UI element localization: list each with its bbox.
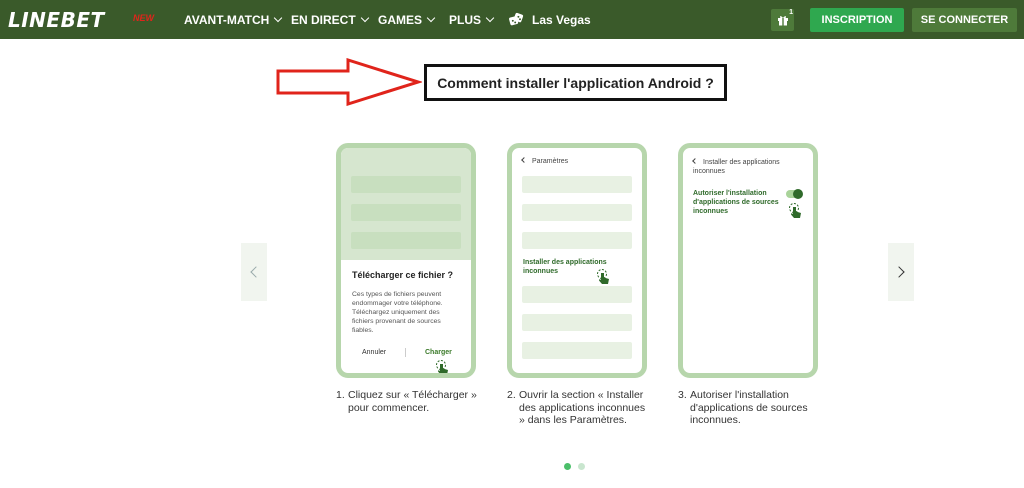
nav-item-las-vegas[interactable]: Las Vegas bbox=[508, 0, 591, 39]
chevron-down-icon bbox=[426, 13, 436, 22]
back-chevron-icon bbox=[521, 157, 527, 163]
placeholder-row bbox=[522, 176, 632, 193]
step-3-phone-illustration: Installer des applications inconnues Aut… bbox=[678, 143, 818, 378]
nav-item-label: AVANT-MATCH bbox=[184, 12, 270, 27]
nav-item-plus[interactable]: PLUS bbox=[449, 0, 495, 39]
nav-item-label: GAMES bbox=[378, 12, 423, 27]
step-2-caption: 2. Ouvrir la section « Installer des app… bbox=[507, 389, 652, 427]
step-number: 3. bbox=[678, 389, 687, 401]
placeholder-row bbox=[522, 314, 632, 331]
nav-item-label: EN DIRECT bbox=[291, 12, 356, 27]
placeholder-row bbox=[522, 286, 632, 303]
carousel-dot-2[interactable] bbox=[578, 463, 585, 470]
chevron-right-icon bbox=[893, 266, 905, 278]
dialog-confirm-label: Charger bbox=[425, 349, 452, 356]
register-button[interactable]: INSCRIPTION bbox=[810, 8, 904, 32]
nav-item-en-direct[interactable]: EN DIRECT bbox=[291, 0, 369, 39]
step-text: Ouvrir la section « Installer des applic… bbox=[519, 389, 646, 427]
dialog-cancel-label: Annuler bbox=[362, 349, 387, 356]
top-navigation-bar: LINEBET NEW AVANT-MATCH EN DIRECT GAMES … bbox=[0, 0, 1024, 39]
gift-count-badge: 1 bbox=[789, 9, 793, 16]
promo-badge[interactable]: NEW bbox=[133, 13, 154, 23]
chevron-down-icon bbox=[485, 13, 495, 22]
screen-title: Paramètres bbox=[532, 158, 569, 165]
settings-header: Paramètres bbox=[521, 157, 569, 165]
gift-button[interactable]: 1 bbox=[771, 9, 794, 31]
carousel-dot-1[interactable] bbox=[564, 463, 571, 470]
step-2-phone-illustration: Paramètres Installer des applications in… bbox=[507, 143, 647, 378]
unknown-sources-toggle bbox=[786, 189, 803, 199]
step-text: Autoriser l'installation d'applications … bbox=[690, 389, 808, 427]
annotation-arrow bbox=[276, 58, 422, 106]
placeholder-row bbox=[522, 342, 632, 359]
placeholder-row bbox=[351, 204, 461, 221]
placeholder-row bbox=[351, 176, 461, 193]
dialog-body: Ces types de fichiers peuvent endommager… bbox=[352, 291, 443, 334]
linebet-logo[interactable]: LINEBET bbox=[8, 8, 105, 32]
nav-item-games[interactable]: GAMES bbox=[378, 0, 436, 39]
tap-hand-icon bbox=[436, 360, 448, 373]
step-text: Cliquez sur « Télécharger » pour commenc… bbox=[348, 389, 477, 414]
carousel-prev-button[interactable] bbox=[241, 243, 267, 301]
nav-item-avant-match[interactable]: AVANT-MATCH bbox=[184, 0, 283, 39]
step-number: 1. bbox=[336, 389, 345, 401]
placeholder-row bbox=[522, 232, 632, 249]
login-button[interactable]: SE CONNECTER bbox=[912, 8, 1017, 32]
unknown-sources-setting: Autoriser l'installation d'applications … bbox=[693, 190, 779, 216]
step-3-caption: 3. Autoriser l'installation d'applicatio… bbox=[678, 389, 823, 427]
chevron-down-icon bbox=[360, 13, 369, 22]
placeholder-row bbox=[351, 232, 461, 249]
tap-hand-icon bbox=[789, 203, 801, 218]
nav-item-label: PLUS bbox=[449, 12, 482, 27]
dice-icon bbox=[509, 12, 524, 25]
dialog-title: Télécharger ce fichier ? bbox=[352, 270, 454, 280]
screen-title: Installer des applications inconnues bbox=[693, 159, 780, 176]
step-1-phone-illustration: Télécharger ce fichier ? Ces types de fi… bbox=[336, 143, 476, 378]
page-title: Comment installer l'application Android … bbox=[424, 64, 727, 101]
nav-item-label: Las Vegas bbox=[532, 12, 591, 27]
divider bbox=[405, 348, 406, 357]
back-chevron-icon bbox=[692, 158, 698, 164]
step-1-caption: 1. Cliquez sur « Télécharger » pour comm… bbox=[336, 389, 481, 414]
placeholder-row bbox=[522, 204, 632, 221]
chevron-left-icon bbox=[250, 266, 262, 278]
tap-hand-icon bbox=[597, 269, 609, 284]
carousel-next-button[interactable] bbox=[888, 243, 914, 301]
settings-header: Installer des applications inconnues bbox=[692, 158, 803, 176]
gift-icon bbox=[777, 16, 788, 26]
carousel-pagination bbox=[564, 463, 585, 470]
step-number: 2. bbox=[507, 389, 516, 401]
chevron-down-icon bbox=[274, 13, 283, 22]
